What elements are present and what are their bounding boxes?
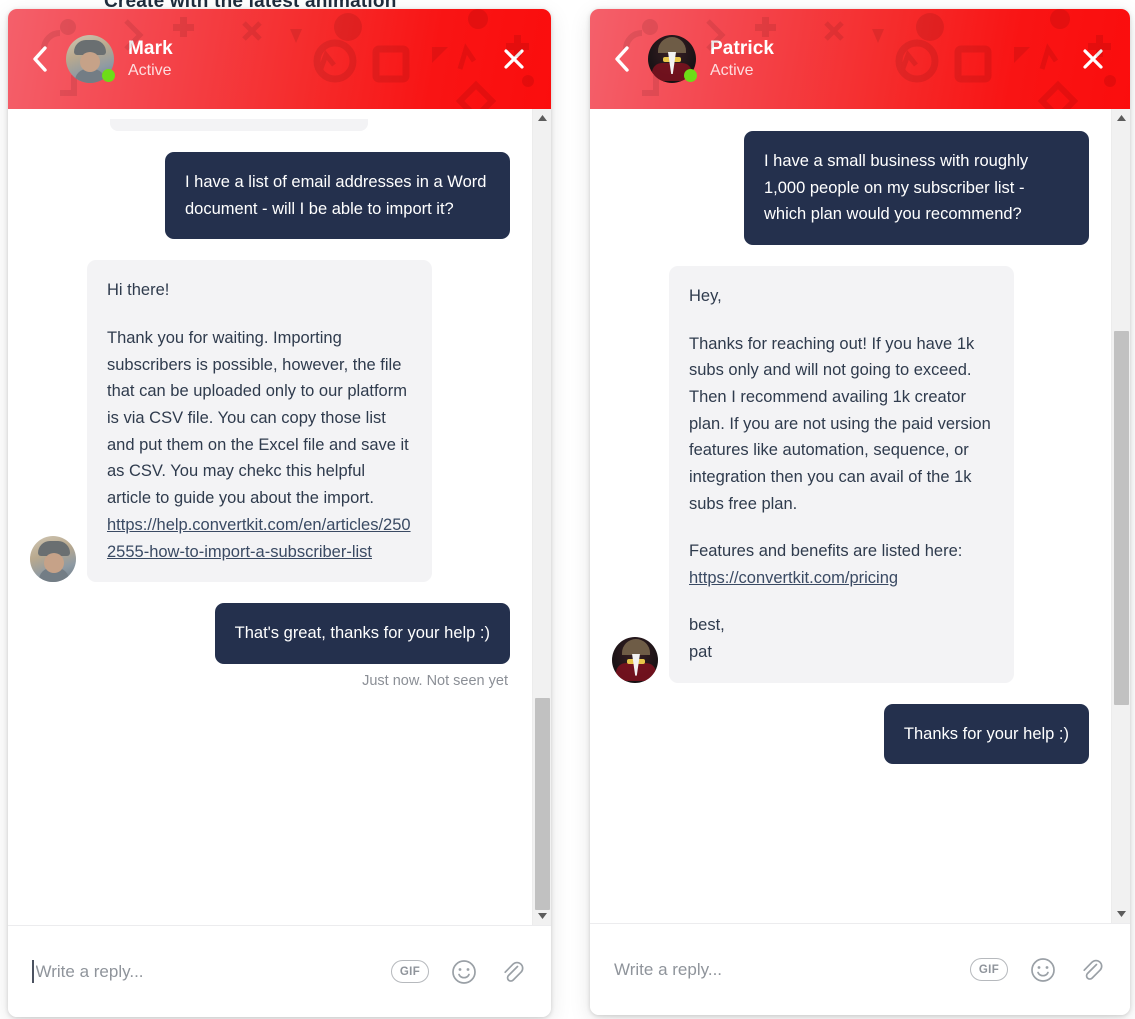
composer-tools: GIF <box>970 957 1104 983</box>
contact-status: Active <box>128 62 172 80</box>
paperclip-icon <box>504 961 524 982</box>
message-area-patrick: I have a small business with roughly 1,0… <box>590 109 1130 923</box>
message-text: I have a small business with roughly 1,0… <box>764 152 1029 224</box>
message-row: That's great, thanks for your help :) <box>30 603 510 664</box>
signature-name: pat <box>689 642 712 661</box>
message-status: Just now. Not seen yet <box>362 672 508 689</box>
triangle-down-icon <box>538 913 547 919</box>
triangle-up-icon <box>1117 115 1126 121</box>
composer-patrick: GIF <box>590 923 1130 1015</box>
message-bubble-outgoing: That's great, thanks for your help :) <box>214 603 510 664</box>
online-status-dot <box>102 69 115 82</box>
reply-input[interactable] <box>614 959 954 980</box>
chat-widget-mark: Mark Active I have a list of email addre… <box>8 9 551 1017</box>
message-list: I have a small business with roughly 1,0… <box>590 109 1111 923</box>
gif-button[interactable]: GIF <box>970 958 1008 981</box>
help-article-link[interactable]: https://help.convertkit.com/en/articles/… <box>107 516 411 561</box>
message-bubble-outgoing: I have a list of email addresses in a Wo… <box>165 152 510 240</box>
scrollbar-thumb[interactable] <box>535 698 550 911</box>
emoji-icon[interactable] <box>1030 957 1056 983</box>
scrollbar-thumb[interactable] <box>1114 330 1129 705</box>
message-body: Thank you for waiting. Importing subscri… <box>107 325 412 565</box>
message-list: I have a list of email addresses in a Wo… <box>8 109 532 925</box>
smiley-face-icon <box>452 959 476 984</box>
paperclip-icon <box>1083 959 1103 980</box>
scrollbar[interactable] <box>1111 109 1130 923</box>
signature-closing: best, <box>689 616 725 635</box>
back-chevron-icon[interactable] <box>604 37 638 81</box>
message-text: I have a list of email addresses in a Wo… <box>185 173 487 218</box>
chevron-left-icon <box>614 46 629 72</box>
composer-mark: GIF <box>8 925 551 1017</box>
smiley-face-icon <box>1031 957 1055 982</box>
pricing-link[interactable]: https://convertkit.com/pricing <box>689 569 898 587</box>
chat-widget-patrick: Patrick Active I have a small business w… <box>590 9 1130 1015</box>
page-root: Create with the latest animation Mark Ac… <box>0 0 1135 1019</box>
message-text: Thanks for your help :) <box>903 724 1069 743</box>
text-caret <box>32 960 34 983</box>
message-row: I have a list of email addresses in a Wo… <box>30 152 510 240</box>
close-x-icon <box>1083 49 1103 69</box>
message-row: Hey, Thanks for reaching out! If you hav… <box>612 266 1089 683</box>
contact-status: Active <box>710 62 754 80</box>
chevron-left-icon <box>32 46 47 72</box>
message-text: Thank you for waiting. Importing subscri… <box>107 328 409 508</box>
message-bubble-outgoing: Thanks for your help :) <box>883 703 1089 765</box>
contact-name: Mark <box>128 37 173 59</box>
close-x-icon <box>504 49 524 69</box>
online-status-dot <box>684 69 697 82</box>
message-text: That's great, thanks for your help :) <box>234 624 490 643</box>
back-chevron-icon[interactable] <box>22 37 56 81</box>
composer-tools: GIF <box>391 959 525 985</box>
message-link-intro: Features and benefits are listed here: h… <box>689 538 994 591</box>
gif-button[interactable]: GIF <box>391 960 429 983</box>
header-identity: Patrick Active <box>710 38 774 80</box>
close-icon[interactable] <box>499 44 529 74</box>
scroll-up-arrow-icon[interactable] <box>1112 109 1130 127</box>
chat-header-patrick: Patrick Active <box>590 9 1130 109</box>
close-icon[interactable] <box>1078 44 1108 74</box>
message-row: I have a small business with roughly 1,0… <box>612 131 1089 246</box>
message-body: Thanks for reaching out! If you have 1k … <box>689 334 991 513</box>
scroll-up-arrow-icon[interactable] <box>533 109 551 127</box>
message-row: Thanks for your help :) <box>612 703 1089 765</box>
scroll-down-arrow-icon[interactable] <box>1112 905 1130 923</box>
attachment-icon[interactable] <box>1078 957 1104 983</box>
message-text: Features and benefits are listed here: <box>689 542 963 561</box>
message-bubble-incoming: Hey, Thanks for reaching out! If you hav… <box>669 266 1014 683</box>
message-greeting: Hi there! <box>107 281 170 300</box>
message-greeting: Hey, <box>689 287 722 306</box>
chat-header-mark: Mark Active <box>8 9 551 109</box>
scrollbar[interactable] <box>532 109 551 925</box>
attachment-icon[interactable] <box>499 959 525 985</box>
header-identity: Mark Active <box>128 38 173 80</box>
message-bubble-incoming: Hi there! Thank you for waiting. Importi… <box>87 260 432 583</box>
avatar[interactable] <box>648 35 697 83</box>
mark-avatar <box>30 536 76 583</box>
triangle-down-icon <box>1117 911 1126 917</box>
reply-input[interactable] <box>35 961 375 982</box>
contact-name: Patrick <box>710 37 775 59</box>
scroll-down-arrow-icon[interactable] <box>533 907 551 925</box>
triangle-up-icon <box>538 115 547 121</box>
avatar[interactable] <box>66 35 115 83</box>
patrick-avatar <box>612 636 658 683</box>
emoji-icon[interactable] <box>451 959 477 985</box>
previous-message-stub <box>110 119 368 131</box>
message-area-mark: I have a list of email addresses in a Wo… <box>8 109 551 925</box>
message-bubble-outgoing: I have a small business with roughly 1,0… <box>744 131 1089 246</box>
message-signature: best, pat <box>689 612 994 665</box>
message-row: Hi there! Thank you for waiting. Importi… <box>30 260 510 583</box>
